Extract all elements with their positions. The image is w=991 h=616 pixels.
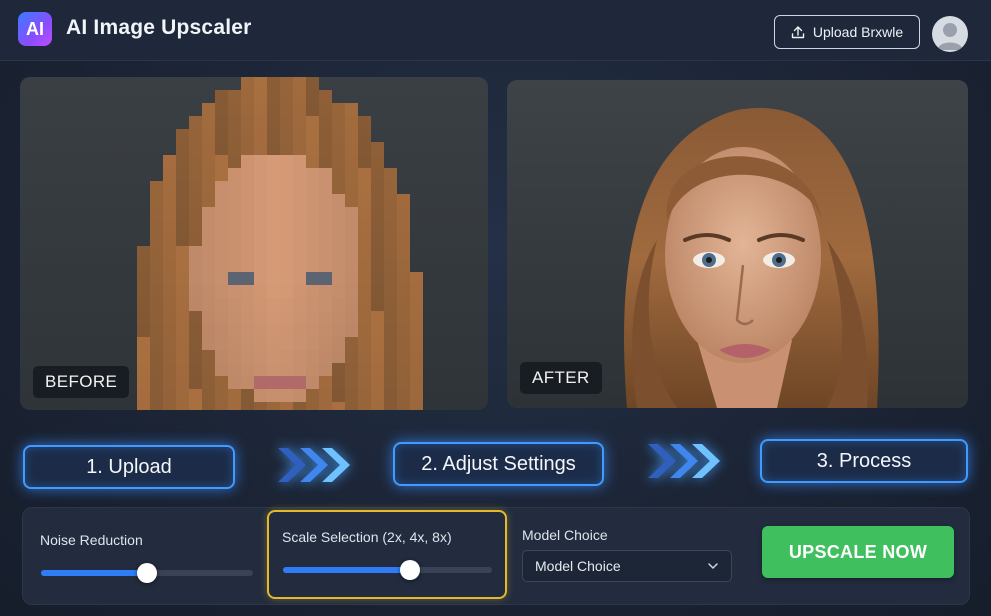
before-portrait-image [137, 77, 423, 410]
logo-text: AI [26, 18, 44, 39]
step-process-label: 3. Process [816, 449, 912, 472]
scale-selection-slider[interactable] [283, 560, 492, 580]
triple-chevron-right-icon [278, 448, 350, 482]
scale-selection-label: Scale Selection (2x, 4x, 8x) [282, 529, 452, 545]
step-upload[interactable]: 1. Upload [23, 445, 235, 489]
triple-chevron-right-icon [648, 444, 720, 478]
upload-browse-button[interactable]: Upload Brxwle [774, 15, 920, 49]
scale-selection-fill [283, 567, 411, 573]
user-avatar[interactable] [932, 16, 968, 52]
step-adjust-settings[interactable]: 2. Adjust Settings [393, 442, 604, 486]
model-choice-value: Model Choice [535, 558, 621, 574]
scale-selection-highlight [267, 510, 507, 599]
step-process[interactable]: 3. Process [760, 439, 968, 483]
settings-panel: Noise Reduction Scale Selection (2x, 4x,… [22, 507, 970, 605]
upload-icon [791, 26, 805, 39]
app-logo: AI [18, 12, 52, 46]
noise-reduction-slider[interactable] [41, 563, 253, 583]
upscale-now-button[interactable]: UPSCALE NOW [762, 526, 954, 578]
noise-reduction-fill [41, 570, 147, 576]
after-label: AFTER [520, 362, 602, 394]
noise-reduction-label: Noise Reduction [40, 532, 143, 548]
app-title: AI Image Upscaler [66, 16, 252, 39]
model-choice-label: Model Choice [522, 527, 608, 543]
app-window: AI AI Image Upscaler Upload Brxwle BEFOR… [0, 0, 991, 616]
upscale-now-label: UPSCALE NOW [788, 541, 928, 562]
before-label: BEFORE [33, 366, 130, 398]
step-adjust-settings-label: 2. Adjust Settings [421, 452, 576, 475]
after-portrait-image [624, 108, 879, 408]
upload-browse-label: Upload Brxwle [812, 24, 904, 40]
top-bar: AI AI Image Upscaler Upload Brxwle [0, 0, 991, 61]
noise-reduction-thumb[interactable] [137, 563, 157, 583]
model-choice-select[interactable]: Model Choice [522, 550, 732, 582]
step-upload-label: 1. Upload [86, 455, 172, 478]
chevron-down-icon [708, 563, 718, 570]
after-image-panel: AFTER [507, 80, 968, 408]
avatar-icon [937, 23, 963, 50]
before-image-panel: BEFORE [20, 77, 488, 410]
